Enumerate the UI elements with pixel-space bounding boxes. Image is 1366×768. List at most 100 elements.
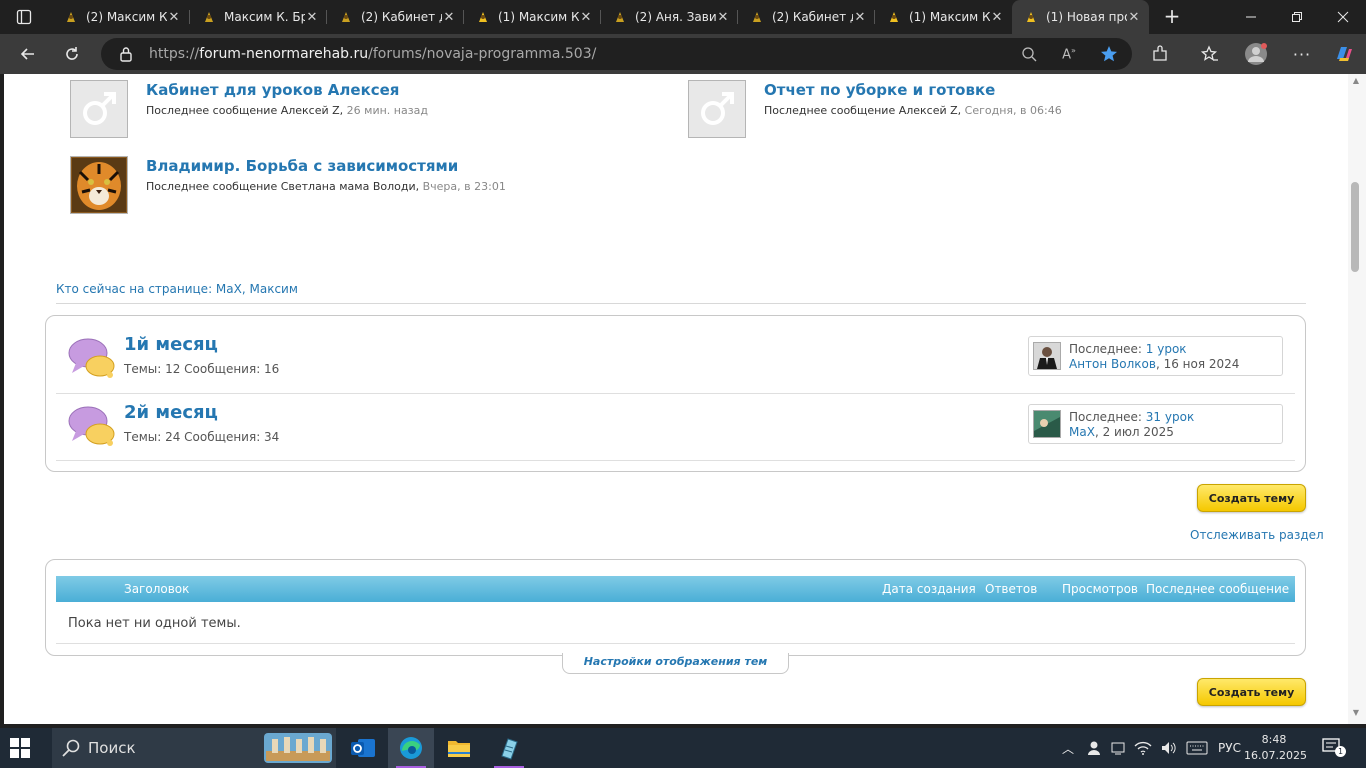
subforum-title[interactable]: Владимир. Борьба с зависимостями <box>146 157 458 175</box>
close-window-button[interactable] <box>1320 0 1366 34</box>
last-user-link[interactable]: МаХ <box>1069 425 1095 439</box>
who-online[interactable]: Кто сейчас на странице: МаХ, Максим <box>56 282 298 296</box>
subforum-avatar[interactable] <box>688 80 746 138</box>
subforum-title[interactable]: Кабинет для уроков Алексея <box>146 81 399 99</box>
forum-favicon-icon <box>1027 12 1035 22</box>
refresh-icon[interactable] <box>58 40 86 68</box>
tab-title: (2) Аня. Завис <box>635 10 716 24</box>
favorites-icon[interactable] <box>1196 40 1224 68</box>
wifi-icon[interactable] <box>1134 740 1152 756</box>
last-post-date: , 2 июл 2025 <box>1094 425 1174 439</box>
browser-tab[interactable]: (2) Кабинет д ✕ <box>327 0 464 34</box>
display-options-tab[interactable]: Настройки отображения тем <box>562 653 789 674</box>
url-text[interactable]: https://forum-nenormarehab.ru/forums/nov… <box>149 46 596 62</box>
restore-button[interactable] <box>1274 0 1320 34</box>
close-tab-icon[interactable]: ✕ <box>442 10 456 25</box>
notepad-app-icon[interactable] <box>486 728 532 768</box>
browser-tab[interactable]: (2) Максим К. ✕ <box>52 0 189 34</box>
subforum-avatar[interactable] <box>70 80 128 138</box>
last-user-link[interactable]: Антон Волков <box>1069 357 1156 371</box>
read-aloud-icon[interactable]: A» <box>1055 40 1083 68</box>
device-icon[interactable] <box>1110 740 1126 756</box>
tab-actions-icon[interactable] <box>10 6 38 28</box>
col-created[interactable]: Дата создания <box>882 582 976 596</box>
subforum-last-post: Последнее сообщение Светлана мама Володи… <box>146 180 506 193</box>
scrollbar[interactable] <box>1348 74 1366 724</box>
edge-app-icon[interactable] <box>388 728 434 768</box>
system-tray: ︿ РУС <box>1062 728 1241 768</box>
subforum-title[interactable]: Отчет по уборке и готовке <box>764 81 995 99</box>
create-thread-button[interactable]: Создать тему <box>1197 678 1306 706</box>
notifications-icon[interactable]: 1 <box>1322 738 1348 758</box>
col-last-post[interactable]: Последнее сообщение ↓ <box>1146 582 1303 596</box>
browser-tab[interactable]: (1) Максим К. ✕ <box>875 0 1012 34</box>
chevron-up-icon[interactable]: ︿ <box>1062 740 1074 757</box>
address-bar[interactable]: https://forum-nenormarehab.ru/forums/nov… <box>101 38 1132 70</box>
create-thread-button[interactable]: Создать тему <box>1197 484 1306 512</box>
browser-tab-active[interactable]: (1) Новая про ✕ <box>1012 0 1149 34</box>
search-icon <box>62 739 80 757</box>
forum-favicon-icon <box>342 12 350 22</box>
keyboard-icon[interactable] <box>1186 741 1208 755</box>
close-tab-icon[interactable]: ✕ <box>305 10 319 25</box>
search-highlight-icon <box>264 733 332 763</box>
last-thread-link[interactable]: 1 урок <box>1146 342 1187 356</box>
browser-tab[interactable]: (2) Кабинет д ✕ <box>738 0 875 34</box>
language-indicator[interactable]: РУС <box>1218 741 1241 755</box>
more-menu-icon[interactable]: ··· <box>1288 40 1316 68</box>
col-replies[interactable]: Ответов <box>985 582 1037 596</box>
user-status-icon[interactable] <box>1086 740 1102 756</box>
scroll-down-icon[interactable]: ▼ <box>1350 708 1362 718</box>
user-avatar[interactable] <box>1033 342 1061 370</box>
forum-node-title[interactable]: 2й месяц <box>124 402 218 423</box>
tab-title: (1) Новая про <box>1046 10 1127 24</box>
threads-table-header: Заголовок Дата создания Ответов Просмотр… <box>56 576 1303 602</box>
close-tab-icon[interactable]: ✕ <box>167 10 181 25</box>
divider <box>56 303 1306 304</box>
forum-list: 1й месяц Темы: 12 Сообщения: 16 Последне… <box>45 315 1306 472</box>
forum-favicon-icon <box>890 12 898 22</box>
scroll-up-icon[interactable]: ▲ <box>1350 76 1362 86</box>
back-arrow-icon[interactable] <box>14 40 42 68</box>
close-tab-icon[interactable]: ✕ <box>579 10 593 25</box>
browser-toolbar: https://forum-nenormarehab.ru/forums/nov… <box>0 34 1366 74</box>
browser-tab[interactable]: Максим К. Бро ✕ <box>190 0 327 34</box>
tiger-avatar-icon <box>70 156 128 214</box>
watch-forum-link[interactable]: Отслеживать раздел <box>1190 528 1324 542</box>
profile-avatar-icon[interactable] <box>1242 40 1270 68</box>
close-tab-icon[interactable]: ✕ <box>716 10 730 25</box>
col-views[interactable]: Просмотров <box>1062 582 1138 596</box>
close-tab-icon[interactable]: ✕ <box>853 10 867 25</box>
forum-node: 2й месяц Темы: 24 Сообщения: 34 Последне… <box>56 394 1295 461</box>
file-explorer-icon[interactable] <box>436 728 482 768</box>
forum-node-title[interactable]: 1й месяц <box>124 334 218 355</box>
close-tab-icon[interactable]: ✕ <box>1127 10 1141 25</box>
favorite-star-icon[interactable] <box>1095 40 1123 68</box>
outlook-app-icon[interactable] <box>340 728 386 768</box>
col-title[interactable]: Заголовок <box>124 582 189 596</box>
browser-tab[interactable]: (2) Аня. Завис ✕ <box>601 0 738 34</box>
browser-tab[interactable]: (1) Максим К. ✕ <box>464 0 601 34</box>
tab-title: (2) Кабинет д <box>772 10 853 24</box>
clock[interactable]: 8:48 16.07.2025 <box>1244 732 1307 764</box>
threads-table: Заголовок Дата создания Ответов Просмотр… <box>45 559 1306 656</box>
extensions-icon[interactable] <box>1146 40 1174 68</box>
windows-start-icon[interactable] <box>10 738 30 762</box>
volume-icon[interactable] <box>1160 740 1178 756</box>
copilot-icon[interactable] <box>1330 40 1358 68</box>
lock-icon[interactable] <box>119 46 133 62</box>
chat-bubbles-icon <box>68 404 116 452</box>
forum-node: 1й месяц Темы: 12 Сообщения: 16 Последне… <box>56 326 1295 393</box>
scrollbar-thumb[interactable] <box>1351 182 1359 272</box>
forum-favicon-icon <box>753 12 761 22</box>
subforum-avatar[interactable] <box>70 156 128 214</box>
minimize-button[interactable] <box>1228 0 1274 34</box>
last-thread-link[interactable]: 31 урок <box>1146 410 1194 424</box>
forum-node-last-post: Последнее: 31 урок МаХ, 2 июл 2025 <box>1028 404 1283 444</box>
zoom-icon[interactable] <box>1015 40 1043 68</box>
taskbar-search[interactable]: Поиск <box>52 728 336 768</box>
user-avatar[interactable] <box>1033 410 1061 438</box>
close-tab-icon[interactable]: ✕ <box>990 10 1004 25</box>
new-tab-button[interactable]: + <box>1160 5 1184 29</box>
last-post-label: Последнее: <box>1069 342 1142 356</box>
